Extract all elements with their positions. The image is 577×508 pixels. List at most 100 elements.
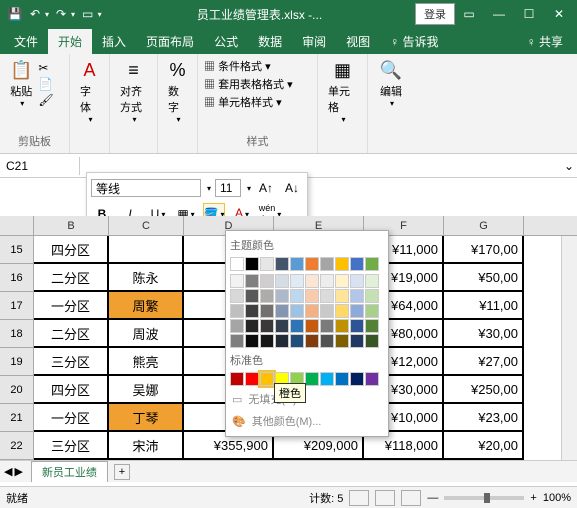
font-name-input[interactable] [91, 179, 201, 197]
close-icon[interactable]: ✕ [545, 3, 573, 25]
color-swatch[interactable] [245, 372, 259, 386]
cell[interactable]: ¥250,00 [444, 376, 524, 404]
color-swatch[interactable] [305, 334, 319, 348]
number-group-button[interactable]: %数字▾ [164, 58, 191, 126]
cell[interactable]: ¥170,00 [444, 236, 524, 264]
ribbon-options-icon[interactable]: ▭ [455, 3, 483, 25]
color-swatch[interactable] [320, 289, 334, 303]
color-swatch[interactable] [230, 289, 244, 303]
login-button[interactable]: 登录 [415, 3, 455, 25]
cell[interactable]: 一分区 [34, 404, 109, 432]
color-swatch[interactable] [305, 274, 319, 288]
font-dropdown-icon[interactable]: ▾ [207, 184, 211, 193]
size-dropdown-icon[interactable]: ▾ [247, 184, 251, 193]
select-all-corner[interactable] [0, 216, 34, 235]
color-swatch[interactable] [260, 334, 274, 348]
conditional-format-button[interactable]: ▦ 条件格式 ▾ [204, 58, 311, 74]
color-swatch[interactable] [335, 257, 349, 271]
editing-group-button[interactable]: 🔍编辑▾ [374, 58, 408, 110]
color-swatch[interactable] [275, 274, 289, 288]
cell[interactable]: ¥23,00 [444, 404, 524, 432]
table-format-button[interactable]: ▦ 套用表格格式 ▾ [204, 76, 311, 92]
color-swatch[interactable] [350, 304, 364, 318]
color-swatch[interactable] [335, 372, 349, 386]
zoom-slider[interactable] [444, 496, 524, 500]
cell[interactable]: 四分区 [34, 376, 109, 404]
color-swatch[interactable] [275, 257, 289, 271]
font-group-button[interactable]: A字体▾ [76, 58, 103, 126]
color-swatch[interactable] [320, 334, 334, 348]
color-swatch[interactable] [245, 289, 259, 303]
color-swatch[interactable] [290, 319, 304, 333]
more-colors-item[interactable]: 🎨其他颜色(M)... [230, 410, 384, 432]
color-swatch[interactable] [305, 289, 319, 303]
row-header[interactable]: 21 [0, 404, 34, 432]
cell[interactable]: ¥20,00 [444, 432, 524, 460]
row-header[interactable]: 16 [0, 264, 34, 292]
cell[interactable]: 周繁 [109, 292, 184, 320]
color-swatch[interactable] [350, 319, 364, 333]
normal-view-button[interactable] [349, 490, 369, 506]
row-header[interactable]: 17 [0, 292, 34, 320]
color-swatch[interactable] [320, 304, 334, 318]
cell[interactable]: 四分区 [34, 236, 109, 264]
color-swatch[interactable] [260, 319, 274, 333]
color-swatch[interactable] [290, 289, 304, 303]
color-swatch[interactable] [305, 372, 319, 386]
color-swatch[interactable] [260, 289, 274, 303]
new-sheet-button[interactable]: + [114, 464, 130, 480]
cells-group-button[interactable]: ▦单元格▾ [324, 58, 361, 126]
color-swatch[interactable] [260, 257, 274, 271]
cell[interactable]: 丁琴 [109, 404, 184, 432]
color-swatch[interactable] [335, 304, 349, 318]
tell-me[interactable]: ♀ 告诉我 [380, 29, 448, 54]
color-swatch[interactable] [365, 274, 379, 288]
color-swatch[interactable] [350, 372, 364, 386]
paste-button[interactable]: 📋粘贴▾ [6, 58, 36, 110]
tab-layout[interactable]: 页面布局 [136, 29, 204, 54]
cell[interactable]: 周波 [109, 320, 184, 348]
color-swatch[interactable] [245, 319, 259, 333]
color-swatch[interactable] [305, 257, 319, 271]
color-swatch[interactable] [305, 304, 319, 318]
color-swatch[interactable] [260, 274, 274, 288]
maximize-icon[interactable]: ☐ [515, 3, 543, 25]
color-swatch[interactable] [320, 257, 334, 271]
color-swatch[interactable] [245, 304, 259, 318]
cell[interactable]: 宋沛 [109, 432, 184, 460]
color-swatch[interactable] [350, 274, 364, 288]
column-header[interactable]: G [444, 216, 524, 235]
color-swatch[interactable] [230, 319, 244, 333]
color-swatch[interactable] [260, 304, 274, 318]
color-swatch[interactable] [275, 334, 289, 348]
cell[interactable] [109, 236, 184, 264]
color-swatch[interactable] [335, 274, 349, 288]
color-swatch[interactable] [245, 334, 259, 348]
color-swatch[interactable] [305, 319, 319, 333]
color-swatch[interactable] [230, 372, 244, 386]
cut-icon[interactable]: ✂ [38, 61, 53, 75]
open-icon[interactable]: ▭▾ [82, 3, 104, 25]
cell[interactable]: 三分区 [34, 432, 109, 460]
color-swatch[interactable] [335, 289, 349, 303]
tab-file[interactable]: 文件 [4, 29, 48, 54]
tab-home[interactable]: 开始 [48, 29, 92, 54]
vertical-scrollbar[interactable] [561, 236, 577, 460]
cell[interactable]: ¥30,00 [444, 320, 524, 348]
tab-view[interactable]: 视图 [336, 29, 380, 54]
copy-icon[interactable]: 📄 [38, 77, 53, 91]
color-swatch[interactable] [350, 289, 364, 303]
color-swatch[interactable] [365, 372, 379, 386]
font-size-input[interactable] [215, 179, 241, 197]
cell[interactable]: 二分区 [34, 264, 109, 292]
color-swatch[interactable] [320, 372, 334, 386]
color-swatch[interactable] [365, 289, 379, 303]
color-swatch[interactable] [230, 257, 244, 271]
color-swatch[interactable] [245, 257, 259, 271]
column-header[interactable]: C [109, 216, 184, 235]
row-header[interactable]: 19 [0, 348, 34, 376]
color-swatch[interactable] [290, 334, 304, 348]
cell[interactable]: 陈永 [109, 264, 184, 292]
decrease-font-icon[interactable]: A↓ [281, 177, 303, 199]
color-swatch[interactable] [275, 304, 289, 318]
